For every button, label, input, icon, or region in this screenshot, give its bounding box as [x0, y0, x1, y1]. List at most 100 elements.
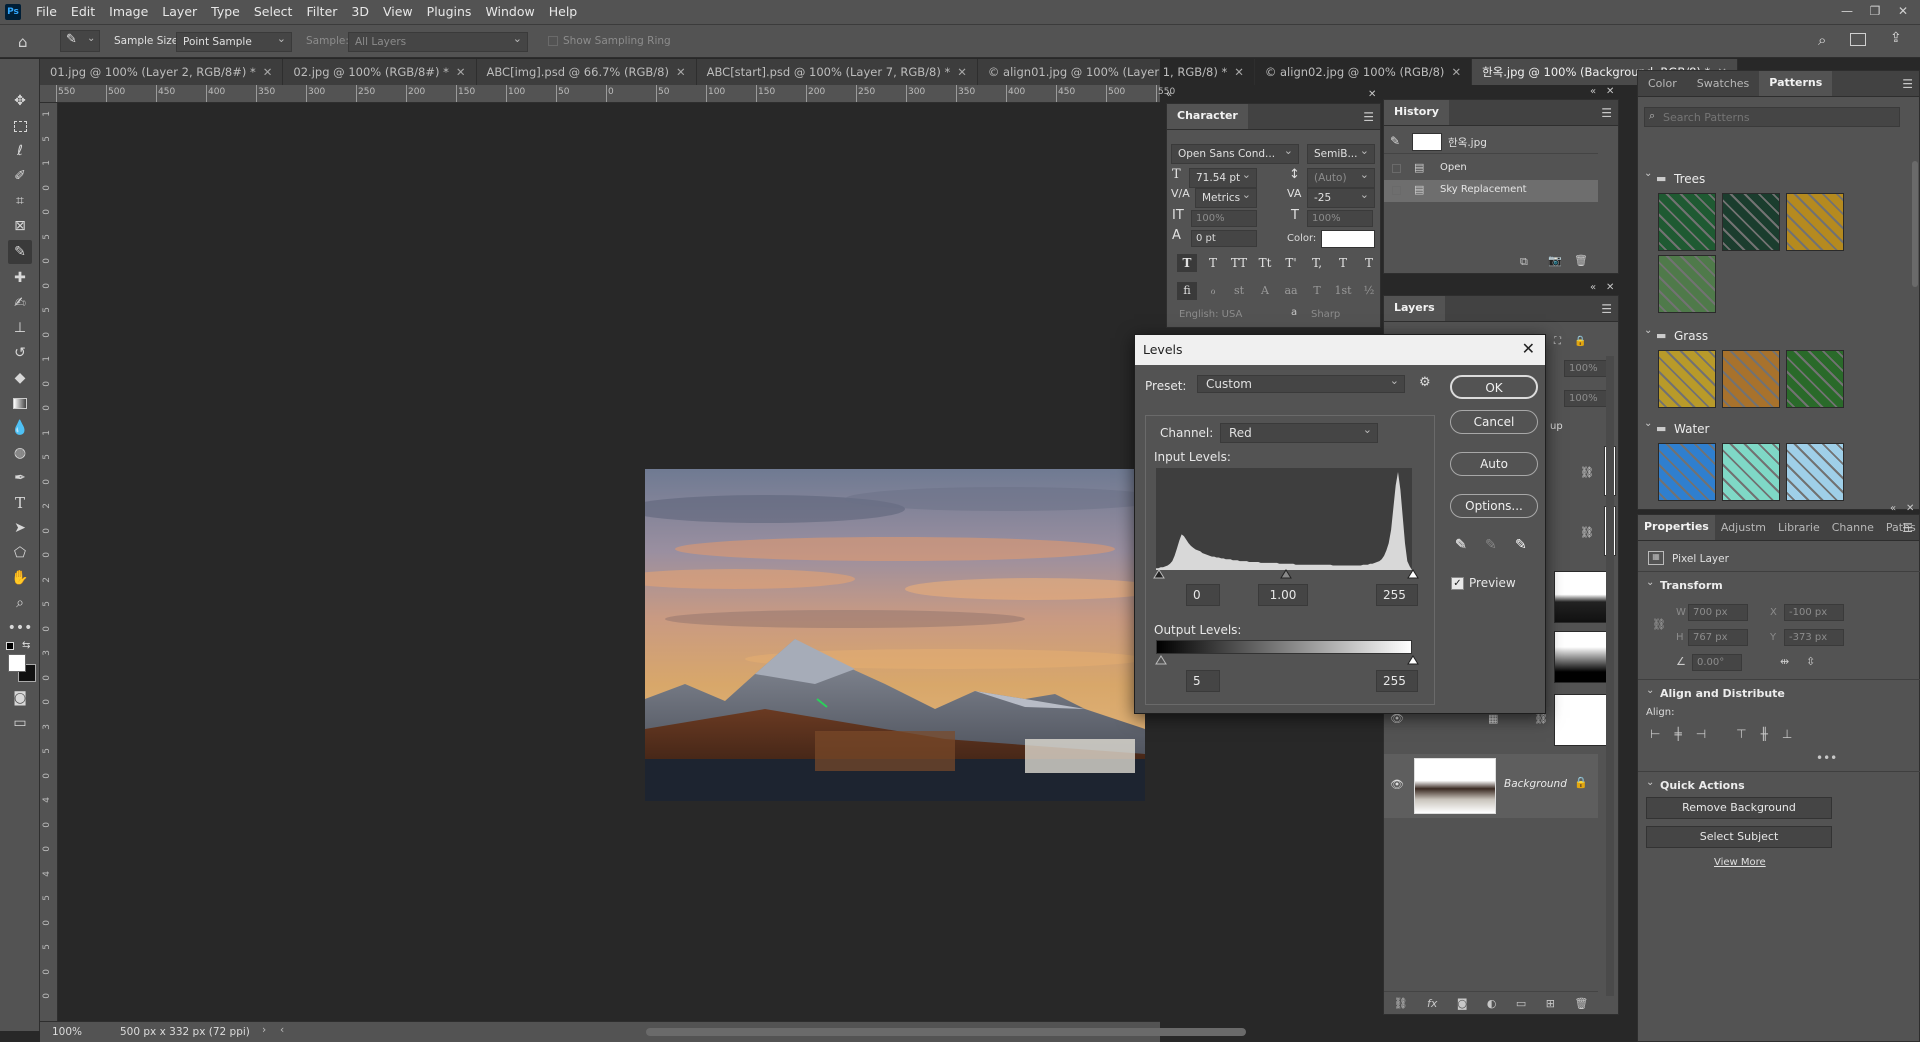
- document-tab[interactable]: 02.jpg @ 100% (RGB/8#) * ✕: [283, 59, 477, 85]
- more-tools-icon[interactable]: •••: [8, 616, 33, 640]
- panel-tab[interactable]: Patterns: [1759, 71, 1833, 96]
- new-document-from-state-icon[interactable]: ⧉: [1520, 255, 1528, 269]
- menu-file[interactable]: File: [29, 0, 64, 24]
- remove-background-button[interactable]: Remove Background: [1646, 797, 1832, 819]
- patterns-search[interactable]: ⌕: [1644, 107, 1900, 127]
- output-black-slider[interactable]: [1155, 655, 1167, 665]
- panel-tab[interactable]: Paths: [1880, 516, 1920, 540]
- document-tab[interactable]: © align01.jpg @ 100% (Layer 1, RGB/8) * ✕: [978, 59, 1255, 85]
- layers-tab[interactable]: Layers: [1384, 296, 1445, 321]
- document-tab[interactable]: ABC[img].psd @ 66.7% (RGB/8) ✕: [477, 59, 697, 85]
- sample-size-select[interactable]: Point Sample: [176, 30, 292, 52]
- layer-style-icon[interactable]: fx: [1427, 997, 1437, 1010]
- add-mask-icon[interactable]: ◙: [1457, 997, 1468, 1010]
- language-select[interactable]: English: USA: [1179, 309, 1242, 320]
- type-style-button[interactable]: T: [1203, 254, 1223, 272]
- history-tab[interactable]: History: [1384, 100, 1449, 125]
- collapse-history-icon[interactable]: «: [1590, 86, 1596, 97]
- pattern-swatch[interactable]: [1786, 193, 1844, 251]
- y-input[interactable]: -373 px: [1784, 629, 1844, 646]
- pattern-swatch[interactable]: [1786, 443, 1844, 501]
- quick-mask-icon[interactable]: ◙: [8, 686, 32, 710]
- font-family-select[interactable]: Open Sans Cond...: [1171, 142, 1299, 164]
- menu-type[interactable]: Type: [204, 0, 247, 24]
- type-style-button[interactable]: T: [1359, 254, 1379, 272]
- gray-point-eyedropper-icon[interactable]: ✎: [1485, 537, 1497, 553]
- eyedropper-tool-icon[interactable]: ✎: [8, 240, 32, 264]
- pattern-group-header[interactable]: ⌄ ▬ Grass: [1642, 325, 1904, 346]
- pattern-group-header[interactable]: ⌄ ▬ Water: [1642, 418, 1904, 439]
- input-gamma-slider[interactable]: [1280, 569, 1292, 579]
- share-icon[interactable]: ⇪: [1890, 30, 1902, 46]
- character-tab[interactable]: Character: [1167, 104, 1248, 129]
- camera-icon[interactable]: 📷: [1548, 254, 1562, 267]
- leading-input[interactable]: (Auto): [1307, 166, 1375, 188]
- pattern-swatch[interactable]: [1722, 350, 1780, 408]
- close-history-icon[interactable]: ✕: [1606, 86, 1614, 97]
- chain-link-icon[interactable]: ⛓: [1580, 526, 1594, 539]
- clone-stamp-tool-icon[interactable]: ⊥: [8, 316, 32, 340]
- type-tool-icon[interactable]: T: [8, 491, 32, 515]
- frame-tool-icon[interactable]: ⊠: [8, 214, 32, 238]
- link-layers-icon[interactable]: ⛓: [1394, 997, 1408, 1010]
- cancel-button[interactable]: Cancel: [1450, 410, 1538, 434]
- input-black-field[interactable]: 0: [1186, 584, 1220, 606]
- brush-tool-icon[interactable]: ✍: [8, 291, 32, 315]
- history-source-checkbox[interactable]: [1392, 164, 1401, 173]
- menu-select[interactable]: Select: [247, 0, 300, 24]
- default-colors-icon[interactable]: [6, 642, 14, 650]
- kerning-select[interactable]: Metrics: [1195, 186, 1257, 208]
- panel-tab[interactable]: Swatches: [1687, 72, 1760, 96]
- delete-layer-icon[interactable]: 🗑: [1574, 997, 1588, 1010]
- opentype-button[interactable]: ℴ: [1203, 282, 1223, 300]
- menu-window[interactable]: Window: [478, 0, 541, 24]
- chevron-down-icon[interactable]: ⌄: [1646, 685, 1654, 696]
- history-menu-icon[interactable]: ☰: [1601, 106, 1612, 120]
- panel-tab[interactable]: Librarie: [1772, 516, 1826, 540]
- flip-vertical-icon[interactable]: ⇳: [1806, 655, 1815, 668]
- menu-view[interactable]: View: [376, 0, 420, 24]
- swap-colors-icon[interactable]: ⇆: [22, 640, 30, 651]
- search-icon[interactable]: ⌕: [1818, 31, 1826, 49]
- options-button[interactable]: Options...: [1450, 494, 1538, 518]
- close-panel-icon[interactable]: ✕: [1368, 89, 1376, 100]
- quick-selection-tool-icon[interactable]: ✐: [8, 164, 32, 188]
- close-tab-icon[interactable]: ✕: [1234, 65, 1244, 79]
- output-white-slider[interactable]: [1407, 655, 1419, 665]
- home-icon[interactable]: ⌂: [18, 33, 28, 51]
- channel-select[interactable]: Red: [1220, 421, 1378, 443]
- chevron-down-icon[interactable]: ⌄: [1646, 777, 1654, 788]
- tracking-select[interactable]: -25: [1307, 186, 1375, 208]
- input-white-slider[interactable]: [1407, 569, 1419, 579]
- sampling-ring-checkbox[interactable]: [548, 36, 558, 46]
- menu-plugins[interactable]: Plugins: [420, 0, 479, 24]
- type-style-button[interactable]: TT: [1229, 254, 1249, 272]
- x-input[interactable]: -100 px: [1784, 604, 1844, 621]
- zoom-level[interactable]: 100%: [52, 1026, 82, 1038]
- pattern-swatch[interactable]: [1786, 350, 1844, 408]
- layer-thumbnail[interactable]: [1554, 571, 1614, 623]
- vertical-scale-input[interactable]: 100%: [1191, 210, 1257, 227]
- layer-mask-thumbnail[interactable]: [1554, 694, 1614, 746]
- menu-edit[interactable]: Edit: [64, 0, 102, 24]
- close-tab-icon[interactable]: ✕: [456, 65, 466, 79]
- opentype-button[interactable]: aa: [1281, 282, 1301, 300]
- close-tab-icon[interactable]: ✕: [263, 65, 273, 79]
- collapse-properties-icon[interactable]: «: [1890, 503, 1896, 514]
- tool-preset-picker[interactable]: ✎ ⌄: [60, 30, 100, 52]
- menu-image[interactable]: Image: [102, 0, 155, 24]
- crop-tool-icon[interactable]: ⌗: [8, 189, 32, 213]
- lock-all-icon[interactable]: 🔒: [1574, 336, 1586, 347]
- background-layer-row[interactable]: 👁 Background 🔒: [1384, 754, 1598, 818]
- dodge-tool-icon[interactable]: ◍: [8, 441, 32, 465]
- document-tab[interactable]: ABC[start].psd @ 100% (Layer 7, RGB/8) *…: [697, 59, 978, 85]
- antialias-select[interactable]: Sharp: [1311, 309, 1340, 320]
- view-more-link[interactable]: View More: [1714, 857, 1766, 868]
- patterns-scrollbar[interactable]: [1912, 161, 1918, 287]
- select-subject-button[interactable]: Select Subject: [1646, 826, 1832, 848]
- preset-options-gear-icon[interactable]: ⚙: [1419, 375, 1431, 390]
- menu-layer[interactable]: Layer: [155, 0, 204, 24]
- new-layer-icon[interactable]: ⊞: [1546, 997, 1555, 1010]
- eraser-tool-icon[interactable]: ◆: [8, 366, 32, 390]
- link-dimensions-icon[interactable]: ⛓: [1652, 618, 1666, 631]
